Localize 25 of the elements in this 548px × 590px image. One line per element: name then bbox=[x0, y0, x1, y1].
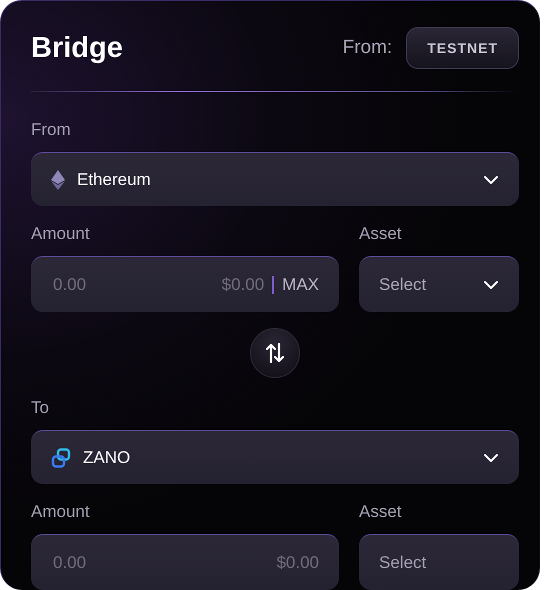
network-select[interactable]: Ethereum bbox=[31, 152, 519, 206]
chevron-down-icon bbox=[483, 280, 499, 290]
amount-input[interactable]: 0.00 bbox=[51, 552, 268, 574]
field-label: Amount bbox=[31, 224, 91, 244]
linked-squares-icon bbox=[51, 448, 71, 468]
usd-value: $0.00 bbox=[222, 274, 264, 294]
chevron-down-icon bbox=[483, 174, 499, 184]
asset-select[interactable]: Select bbox=[359, 256, 519, 312]
network-select[interactable]: ZANO bbox=[31, 430, 519, 484]
amount-input[interactable]: 0.00 bbox=[51, 274, 214, 296]
network-button[interactable]: TESTNET bbox=[406, 27, 519, 69]
usd-value: $0.00 bbox=[276, 552, 319, 572]
field-label: Asset bbox=[359, 502, 403, 522]
field-label: Amount bbox=[31, 502, 91, 522]
swap-button[interactable] bbox=[250, 328, 300, 378]
max-button[interactable]: MAX bbox=[282, 274, 319, 294]
field-label: To bbox=[31, 398, 50, 418]
diamond-icon bbox=[51, 170, 65, 190]
amount-field[interactable]: 0.00 $0.00 MAX bbox=[31, 256, 339, 312]
swap-arrows-icon bbox=[265, 342, 285, 364]
field-label: From bbox=[31, 120, 72, 140]
card-title: Bridge bbox=[31, 32, 123, 64]
network-label: From: bbox=[342, 37, 392, 59]
field-label: Asset bbox=[359, 224, 403, 244]
chevron-down-icon bbox=[483, 452, 499, 462]
